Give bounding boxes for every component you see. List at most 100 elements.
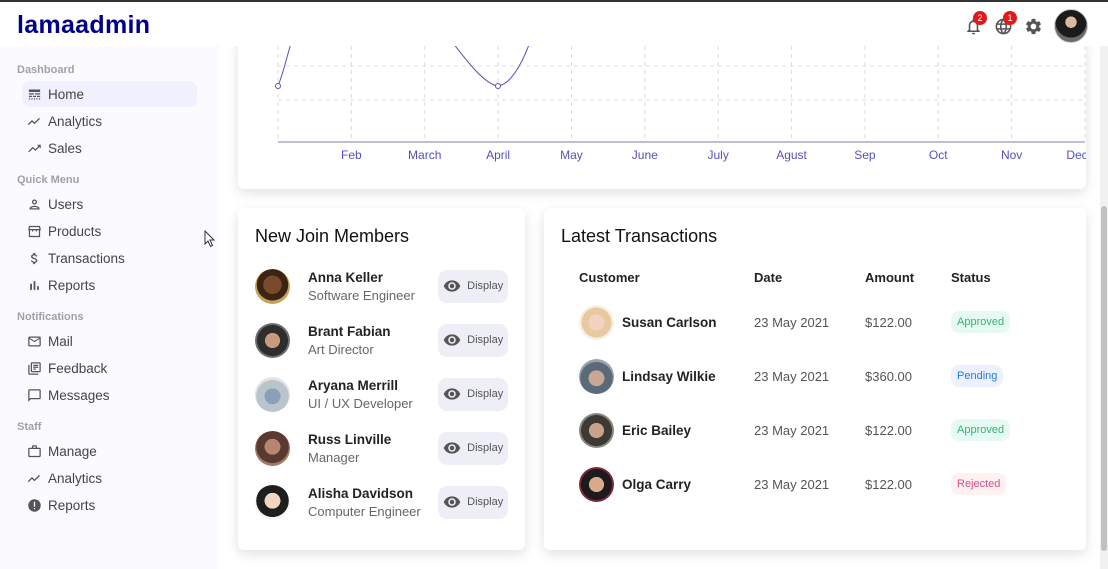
status-cell: Pending <box>951 365 1051 387</box>
sidebar-item-label: Mail <box>48 333 73 349</box>
status-cell: Approved <box>951 419 1051 441</box>
person-icon <box>29 199 40 209</box>
avatar <box>579 304 614 340</box>
x-tick-label: July <box>708 148 729 162</box>
member-name: Alisha Davidson <box>308 485 414 501</box>
customer-name: Susan Carlson <box>622 314 717 330</box>
avatar <box>255 268 290 304</box>
sidebar-item-label: Feedback <box>48 360 108 376</box>
sidebar-item-feedback[interactable]: Feedback <box>22 355 197 381</box>
customer-name: Eric Bailey <box>622 422 692 438</box>
header-customer: Customer <box>579 270 640 285</box>
table-row: Lindsay Wilkie 23 May 2021 $360.00 Pendi… <box>561 349 1069 403</box>
sidebar-item-products[interactable]: Products <box>22 218 197 244</box>
eye-icon <box>443 496 461 508</box>
sidebar-item-label: Messages <box>48 387 110 403</box>
member-name: Brant Fabian <box>308 323 391 339</box>
table-row: Olga Carry 23 May 2021 $122.00 Rejected <box>561 457 1069 511</box>
x-tick-label: Nov <box>1001 148 1022 162</box>
display-button[interactable]: Display <box>438 485 508 519</box>
x-tick-label: Dec <box>1066 148 1086 162</box>
sidebar-item-home[interactable]: Home <box>22 81 197 107</box>
display-button[interactable]: Display <box>438 269 508 303</box>
line-style-icon <box>28 89 41 99</box>
display-label: Display <box>467 496 504 508</box>
display-button[interactable]: Display <box>438 323 508 357</box>
analytics-chart: Feb March April May June July Agust Sep Oct Nov De… <box>275 36 1086 162</box>
sidebar-item-staff-analytics[interactable]: Analytics <box>22 465 197 491</box>
language-button[interactable]: 1 <box>988 10 1018 42</box>
main-content: Feb March April May June July Agust Sep Oct Nov De… <box>220 36 1108 569</box>
x-tick-label: Agust <box>776 148 807 162</box>
display-button[interactable]: Display <box>438 377 508 411</box>
date-cell: 23 May 2021 <box>754 314 830 330</box>
sidebar-item-analytics[interactable]: Analytics <box>22 108 197 134</box>
sidebar-item-label: Transactions <box>48 250 125 266</box>
sidebar-item-mail[interactable]: Mail <box>22 328 197 354</box>
timeline-icon <box>27 117 40 125</box>
amount-cell: $122.00 <box>865 476 912 492</box>
members-title: New Join Members <box>255 226 410 246</box>
sidebar-item-messages[interactable]: Messages <box>22 382 197 408</box>
user-avatar[interactable] <box>1054 9 1088 43</box>
gear-icon <box>1025 18 1041 34</box>
sidebar-item-staff-reports[interactable]: Reports <box>22 492 197 518</box>
sidebar-item-manage[interactable]: Manage <box>22 438 197 464</box>
sidebar-item-users[interactable]: Users <box>22 191 197 217</box>
avatar <box>255 322 290 358</box>
scrollbar[interactable] <box>1100 46 1108 569</box>
date-cell: 23 May 2021 <box>754 422 830 438</box>
display-label: Display <box>467 334 504 346</box>
customer-cell: Lindsay Wilkie <box>561 358 754 394</box>
member-title: Software Engineer <box>308 287 415 303</box>
header-amount: Amount <box>865 270 915 285</box>
customer-name: Olga Carry <box>622 476 692 492</box>
x-tick-label: Feb <box>341 148 362 162</box>
section-title-notifications: Notifications <box>17 311 84 323</box>
transactions-title: Latest Transactions <box>561 226 718 246</box>
sidebar-item-sales[interactable]: Sales <box>22 135 197 161</box>
sidebar: Dashboard Home Analytics Sales Quick Men… <box>0 46 220 569</box>
avatar <box>579 466 614 502</box>
logo[interactable]: lamaadmin <box>17 11 150 40</box>
amount-cell: $360.00 <box>865 368 912 384</box>
section-title-dashboard: Dashboard <box>17 64 75 76</box>
sidebar-item-label: Sales <box>48 140 82 156</box>
member-title: Art Director <box>308 341 374 357</box>
notifications-badge: 2 <box>973 11 987 25</box>
customer-cell: Susan Carlson <box>561 304 754 340</box>
sidebar-item-label: Analytics <box>48 470 103 486</box>
top-icons: 2 1 <box>958 9 1088 43</box>
member-list: Anna Keller Software Engineer Display Br… <box>255 259 508 529</box>
sidebar-item-reports[interactable]: Reports <box>22 272 197 298</box>
eye-icon <box>443 442 461 454</box>
sidebar-item-label: Users <box>48 196 84 212</box>
eye-icon <box>443 280 461 292</box>
x-tick-label: May <box>560 148 583 162</box>
date-cell: 23 May 2021 <box>754 476 830 492</box>
sidebar-item-transactions[interactable]: Transactions <box>22 245 197 271</box>
x-tick-label: Oct <box>929 148 948 162</box>
status-badge: Pending <box>951 365 1004 387</box>
trending-up-icon <box>28 144 41 152</box>
scroll-thumb[interactable] <box>1101 206 1107 551</box>
x-tick-label: Sep <box>854 148 876 162</box>
notifications-button[interactable]: 2 <box>958 10 988 42</box>
display-button[interactable]: Display <box>438 431 508 465</box>
section-title-quick-menu: Quick Menu <box>17 174 80 186</box>
settings-button[interactable] <box>1018 10 1048 42</box>
member-item: Anna Keller Software Engineer Display <box>255 259 508 313</box>
header-status: Status <box>951 270 991 285</box>
amount-cell: $122.00 <box>865 314 912 330</box>
sidebar-item-label: Manage <box>48 443 97 459</box>
avatar <box>579 358 614 394</box>
display-label: Display <box>467 442 504 454</box>
member-title: Manager <box>308 449 360 465</box>
member-info: Anna Keller Software Engineer <box>308 270 437 303</box>
x-tick-label: June <box>632 148 658 162</box>
report-icon <box>28 498 41 512</box>
chat-icon <box>28 388 41 402</box>
member-item: Alisha Davidson Computer Engineer Displa… <box>255 475 508 529</box>
section-title-staff: Staff <box>17 421 42 433</box>
table-row: Eric Bailey 23 May 2021 $122.00 Approved <box>561 403 1069 457</box>
